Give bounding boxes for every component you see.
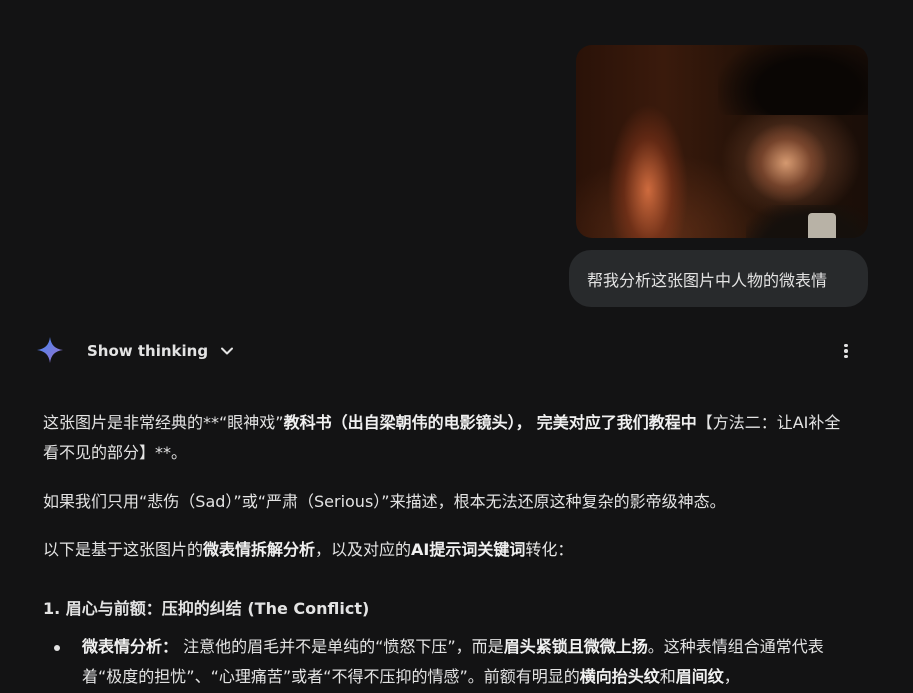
response-paragraph-3: 以下是基于这张图片的微表情拆解分析，以及对应的AI提示词关键词转化： [43, 540, 574, 559]
chevron-down-icon [221, 347, 234, 355]
photo-suit [746, 205, 868, 238]
gemini-spark-icon [37, 337, 63, 363]
list-item: 微表情分析： 注意他的眉毛并不是单纯的“愤怒下压”，而是眉头紧锁且微微上扬。这种… [54, 632, 854, 692]
show-thinking-toggle[interactable]: Show thinking [87, 340, 234, 362]
user-message-text: 帮我分析这张图片中人物的微表情 [587, 270, 828, 290]
response-paragraph-1: 这张图片是非常经典的**“眼神戏”教科书（出自梁朝伟的电影镜头）， 完美对应了我… [43, 413, 841, 462]
photo-collar [808, 213, 836, 238]
response-paragraph-2: 如果我们只用“悲伤（Sad）”或“严肃（Serious）”来描述，根本无法还原这… [43, 492, 726, 511]
photo-hair [718, 45, 868, 115]
more-vert-icon[interactable] [836, 340, 856, 362]
section-heading-1: 1. 眉心与前额：压抑的纠结 (The Conflict) [43, 599, 370, 618]
user-image[interactable] [576, 45, 868, 238]
user-message-bubble: 帮我分析这张图片中人物的微表情 [569, 250, 868, 307]
show-thinking-label: Show thinking [87, 342, 209, 360]
